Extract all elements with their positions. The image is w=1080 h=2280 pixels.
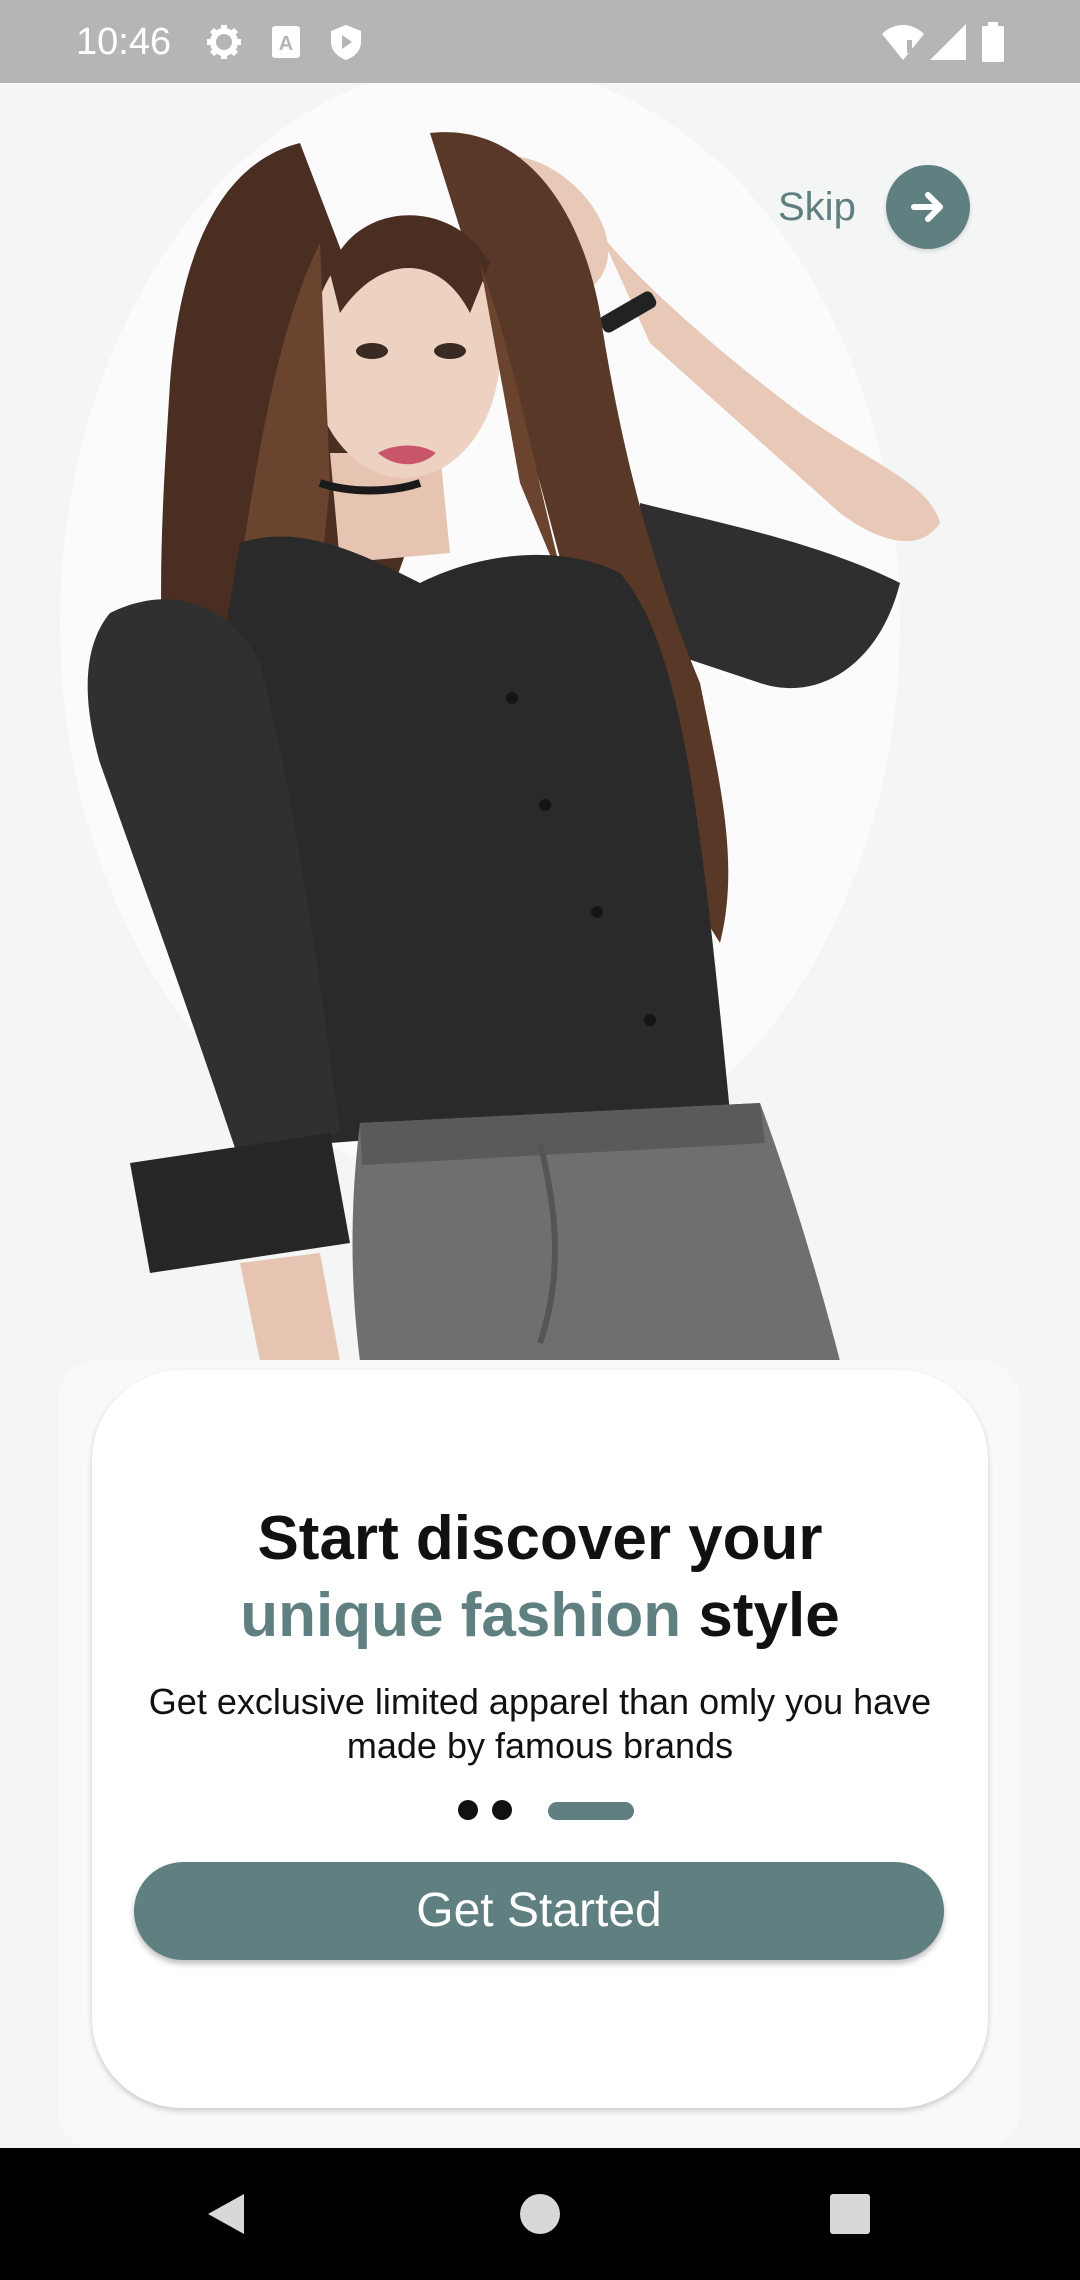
arrow-right-icon [911,192,943,222]
onboarding-card: Start discover your unique fashion style… [92,1370,988,2108]
recents-square-icon[interactable] [829,2193,871,2235]
model-illustration [60,83,940,1361]
subtitle-line-2: made by famous brands [346,1725,734,1766]
navigation-bar [0,2148,1080,2280]
settings-gear-icon [204,22,244,62]
skip-control[interactable]: Skip [770,165,970,249]
page-dot-1[interactable] [458,1800,478,1820]
page-dot-2[interactable] [492,1800,512,1820]
battery-icon [982,22,1004,62]
status-time: 10:46 [76,21,172,63]
headline-line-1: Start discover your [257,1504,823,1573]
headline-tail: style [681,1581,840,1650]
wifi-alert-icon [880,22,926,62]
shield-icon [326,22,366,62]
skip-button[interactable] [886,165,970,249]
signal-icon [928,22,968,62]
subtitle-line-1: Get exclusive limited apparel than omly … [148,1681,932,1722]
get-started-button[interactable]: Get Started [134,1862,944,1960]
status-bar: 10:46 A [0,0,1080,83]
keyboard-a-icon: A [266,22,306,62]
page-dot-active[interactable] [548,1802,634,1820]
home-circle-icon[interactable] [518,2192,562,2236]
page-indicator [458,1797,708,1820]
headline-line-2: unique fashion style [92,1577,988,1654]
headline-accent: unique fashion [240,1581,682,1650]
svg-text:A: A [279,33,293,55]
hero-image [0,83,1080,1361]
back-triangle-icon[interactable] [204,2190,248,2238]
onboarding-headline: Start discover your unique fashion style [92,1500,988,1654]
skip-label[interactable]: Skip [778,185,856,229]
onboarding-subtitle: Get exclusive limited apparel than omly … [112,1680,968,1768]
